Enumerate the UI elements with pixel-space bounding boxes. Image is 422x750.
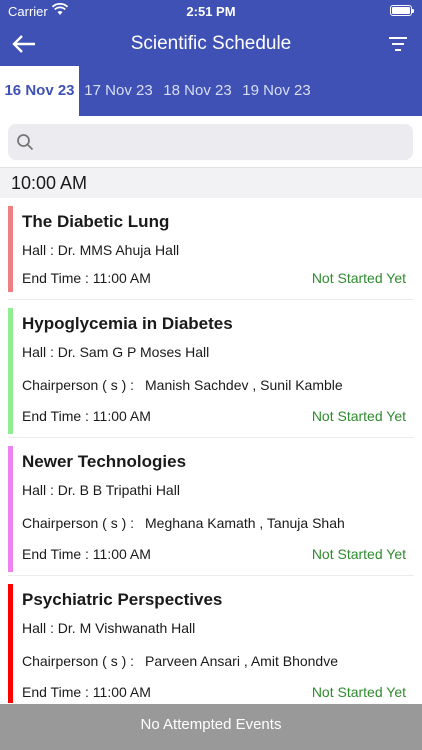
chairperson-label: Chairperson ( s ) : (22, 653, 135, 669)
session-title: Hypoglycemia in Diabetes (22, 314, 233, 333)
battery-icon (390, 5, 414, 16)
session-color-bar (8, 206, 13, 292)
section-time: 10:00 AM (11, 173, 88, 193)
chairperson-names: Meghana Kamath , Tanuja Shah (145, 515, 345, 531)
tab-19-nov[interactable]: 19 Nov 23 (237, 66, 316, 116)
attempted-events-button[interactable]: No Attempted Events (0, 704, 422, 750)
session-status: Not Started Yet (311, 408, 406, 424)
app-bar: Scientific Schedule (0, 22, 422, 66)
tab-17-nov[interactable]: 17 Nov 23 (79, 66, 158, 116)
time-section-header: 10:00 AM (0, 167, 422, 198)
session-status: Not Started Yet (311, 546, 406, 562)
session-card[interactable]: The Diabetic Lung Hall : Dr. MMS Ahuja H… (8, 198, 414, 300)
session-end-time: End Time : 11:00 AM (22, 270, 151, 286)
session-hall: Hall : Dr. MMS Ahuja Hall (22, 242, 180, 258)
date-tabs: 16 Nov 23 17 Nov 23 18 Nov 23 19 Nov 23 (0, 66, 422, 116)
session-title: The Diabetic Lung (22, 212, 170, 231)
session-list: The Diabetic Lung Hall : Dr. MMS Ahuja H… (0, 198, 422, 703)
search-bar[interactable] (8, 124, 413, 160)
session-card[interactable]: Hypoglycemia in Diabetes Hall : Dr. Sam … (8, 300, 414, 438)
session-color-bar (8, 584, 13, 703)
search-icon (17, 134, 34, 151)
chairperson-label: Chairperson ( s ) : (22, 377, 135, 393)
clock: 2:51 PM (186, 4, 236, 19)
session-hall: Hall : Dr. Sam G P Moses Hall (22, 344, 210, 360)
tab-18-nov[interactable]: 18 Nov 23 (158, 66, 237, 116)
chairperson-label: Chairperson ( s ) : (22, 515, 135, 531)
page-title: Scientific Schedule (130, 33, 292, 54)
session-card[interactable]: Newer Technologies Hall : Dr. B B Tripat… (8, 438, 414, 576)
tab-indicator (0, 114, 79, 116)
session-hall: Hall : Dr. M Vishwanath Hall (22, 620, 196, 636)
session-color-bar (8, 446, 13, 572)
session-title: Psychiatric Perspectives (22, 590, 223, 609)
session-card[interactable]: Psychiatric Perspectives Hall : Dr. M Vi… (8, 576, 414, 703)
status-bar: Carrier 2:51 PM (0, 0, 422, 22)
session-hall: Hall : Dr. B B Tripathi Hall (22, 482, 180, 498)
session-end-time: End Time : 11:00 AM (22, 684, 151, 700)
session-color-bar (8, 308, 13, 434)
chairperson-names: Parveen Ansari , Amit Bhondve (145, 653, 338, 669)
session-end-time: End Time : 11:00 AM (22, 408, 151, 424)
session-end-time: End Time : 11:00 AM (22, 546, 151, 562)
session-title: Newer Technologies (22, 452, 187, 471)
chairperson-names: Manish Sachdev , Sunil Kamble (145, 377, 343, 393)
session-status: Not Started Yet (311, 270, 406, 286)
session-status: Not Started Yet (311, 684, 406, 700)
search-input[interactable] (42, 130, 402, 154)
tab-16-nov[interactable]: 16 Nov 23 (0, 66, 79, 116)
filter-icon[interactable] (386, 32, 410, 56)
